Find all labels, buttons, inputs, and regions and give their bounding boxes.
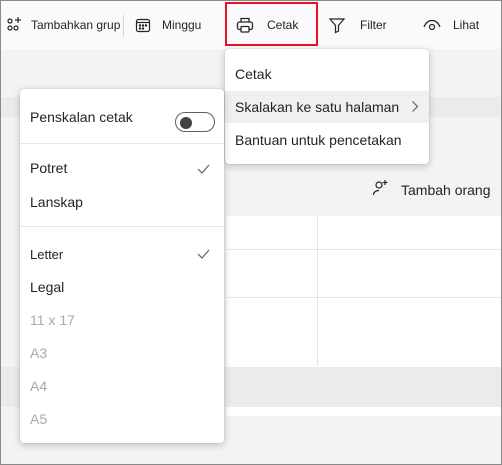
paper-size-label: A5: [30, 411, 48, 427]
checkmark-icon: [197, 161, 210, 177]
app-window: Tambahkan grup Minggu Cetak Filter Lihat…: [0, 0, 502, 465]
filter-icon: [328, 16, 346, 34]
add-person-icon: [371, 179, 389, 200]
menu-divider: [20, 226, 224, 227]
print-menu-item-help[interactable]: Bantuan untuk pencetakan: [225, 123, 429, 157]
paper-item-a3: A3: [20, 337, 224, 369]
paper-size-label: A4: [30, 378, 48, 394]
print-menu: Cetak Skalakan ke satu halaman Bantuan u…: [225, 49, 429, 164]
scale-menu: Penskalan cetak Potret Lanskap Letter Le…: [20, 89, 224, 443]
orientation-item-landscape[interactable]: Lanskap: [20, 185, 224, 219]
scale-print-label: Penskalan cetak: [30, 109, 133, 125]
scale-print-toggle[interactable]: [175, 112, 215, 132]
chevron-right-icon: [411, 100, 419, 116]
print-button-highlight: [225, 2, 318, 46]
add-group-label: Tambahkan grup: [31, 18, 121, 32]
orientation-item-portrait[interactable]: Potret: [20, 151, 224, 185]
grid-divider: [227, 249, 501, 250]
paper-size-label: Letter: [30, 246, 64, 262]
eye-icon: [423, 18, 441, 32]
menu-divider: [20, 143, 224, 144]
paper-item-a5: A5: [20, 402, 224, 436]
week-button[interactable]: Minggu: [135, 1, 201, 49]
add-person-label: Tambah orang: [401, 181, 491, 198]
paper-item-11x17: 11 x 17: [20, 303, 224, 337]
orientation-label: Lanskap: [30, 194, 83, 210]
orientation-label: Potret: [30, 160, 68, 176]
paper-size-label: A3: [30, 345, 48, 361]
paper-size-label: 11 x 17: [30, 312, 75, 328]
add-group-icon: [5, 16, 23, 34]
view-label: Lihat: [453, 18, 480, 32]
view-button[interactable]: Lihat: [423, 1, 479, 49]
grid-divider: [227, 297, 501, 298]
grid-divider: [317, 216, 318, 366]
calendar-icon: [135, 17, 151, 33]
paper-item-letter[interactable]: Letter: [20, 237, 224, 271]
toggle-knob: [180, 117, 192, 129]
filter-label: Filter: [360, 18, 387, 32]
paper-size-label: Legal: [30, 279, 65, 295]
add-person-button[interactable]: Tambah orang: [371, 179, 491, 200]
print-menu-item-scale[interactable]: Skalakan ke satu halaman: [225, 91, 429, 123]
scale-print-toggle-row[interactable]: Penskalan cetak: [20, 97, 224, 137]
print-menu-item-label: Skalakan ke satu halaman: [235, 99, 400, 115]
checkmark-icon: [197, 247, 210, 262]
toolbar: Tambahkan grup Minggu Cetak Filter Lihat: [1, 1, 501, 49]
print-menu-item-label: Bantuan untuk pencetakan: [235, 132, 402, 148]
week-label: Minggu: [162, 18, 202, 32]
paper-item-legal[interactable]: Legal: [20, 271, 224, 303]
add-group-button[interactable]: Tambahkan grup: [5, 1, 120, 49]
print-menu-item-label: Cetak: [235, 66, 272, 82]
toolbar-divider: [123, 15, 124, 37]
paper-item-a4: A4: [20, 369, 224, 403]
print-menu-item-print[interactable]: Cetak: [225, 57, 429, 91]
filter-button[interactable]: Filter: [328, 1, 387, 49]
